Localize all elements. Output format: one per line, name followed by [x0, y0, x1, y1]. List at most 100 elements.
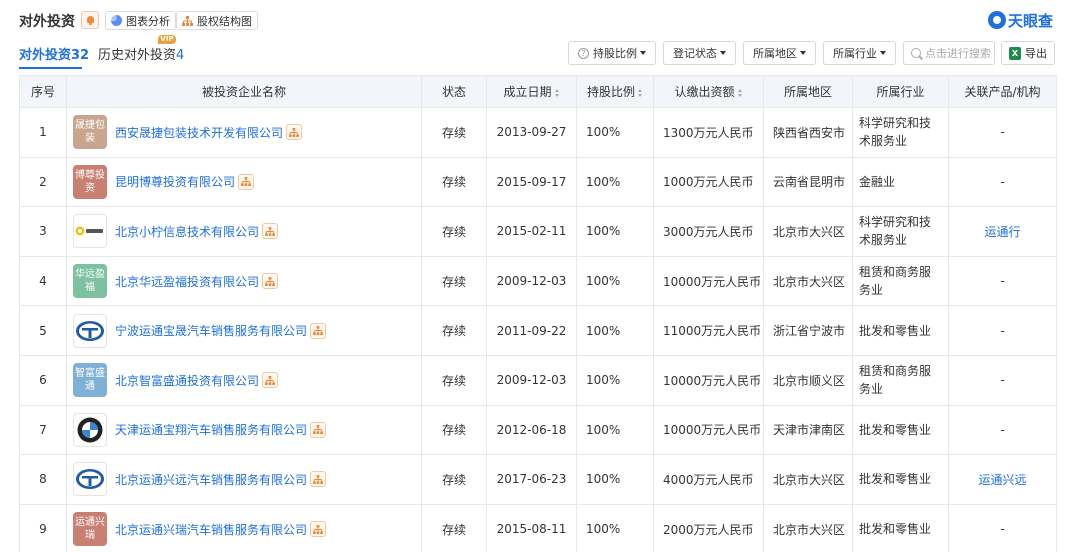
company-name-link[interactable]: 北京华远盈福投资有限公司: [115, 273, 259, 290]
row-capital: 10000万元人民币: [653, 354, 764, 406]
reg-status-filter-label: 登记状态: [673, 47, 717, 60]
header-company-name: 被投资企业名称: [66, 75, 422, 108]
org-chart-icon[interactable]: [286, 124, 303, 141]
row-company-cell: 博尊投资 昆明博尊投资有限公司: [66, 156, 422, 208]
row-company-cell: 北京运通兴远汽车销售服务有限公司: [66, 454, 422, 505]
table-row: 1 晟捷包装 西安晟捷包装技术开发有限公司 存续 2013-09-27 100%…: [19, 107, 1057, 158]
row-region: 陕西省西安市: [763, 107, 853, 158]
row-founded-date: 2015-08-11: [486, 503, 577, 552]
related-product[interactable]: 运通兴远: [978, 473, 1026, 487]
related-product: -: [1000, 522, 1005, 537]
row-region: 天津市津南区: [763, 404, 853, 456]
row-industry: 批发和零售业: [852, 404, 949, 456]
row-industry: 批发和零售业: [852, 305, 949, 356]
org-chart-icon: [182, 15, 193, 26]
brand-logo[interactable]: 天眼查: [988, 9, 1053, 31]
header-founded-date[interactable]: 成立日期: [486, 75, 577, 108]
chart-analysis-button[interactable]: 图表分析: [105, 11, 176, 30]
region-filter-dropdown[interactable]: 所属地区: [743, 41, 816, 65]
org-chart-icon[interactable]: [310, 471, 327, 488]
region-filter-label: 所属地区: [753, 47, 797, 60]
row-index: 3: [19, 206, 67, 257]
equity-structure-label: 股权结构图: [197, 14, 252, 28]
row-status: 存续: [421, 156, 487, 208]
header-industry: 所属行业: [852, 75, 949, 108]
ratio-filter-dropdown[interactable]: ? 持股比例: [568, 41, 656, 65]
header-related: 关联产品/机构: [948, 75, 1057, 108]
related-product: -: [1000, 274, 1005, 289]
tab-history-investments[interactable]: 历史对外投资4: [98, 44, 184, 63]
sort-icon: [737, 88, 743, 97]
search-input[interactable]: [925, 46, 991, 60]
table-row: 9 运通兴瑞 北京运通兴瑞汽车销售服务有限公司 存续 2015-08-11 10…: [19, 503, 1057, 552]
row-region: 北京市大兴区: [763, 206, 853, 257]
row-share-ratio: 100%: [576, 305, 654, 356]
row-capital: 11000万元人民币: [653, 305, 764, 356]
row-region: 北京市顺义区: [763, 354, 853, 406]
tab-investments[interactable]: 对外投资32: [19, 44, 89, 63]
related-product: -: [1000, 125, 1005, 140]
company-logo-text: 智富盛通: [75, 368, 105, 393]
org-chart-icon[interactable]: [310, 421, 327, 438]
row-related: 运通兴远: [948, 454, 1057, 505]
org-chart-icon[interactable]: [262, 273, 279, 290]
related-product[interactable]: 运通行: [984, 225, 1020, 239]
header-share-ratio[interactable]: 持股比例: [576, 75, 654, 108]
row-industry: 租赁和商务服务业: [852, 255, 949, 307]
row-related: -: [948, 107, 1057, 158]
search-box[interactable]: [903, 41, 995, 65]
row-status: 存续: [421, 107, 487, 158]
caret-down-icon: [800, 51, 806, 55]
header-capital[interactable]: 认缴出资额: [653, 75, 764, 108]
company-name-link[interactable]: 昆明博尊投资有限公司: [115, 173, 235, 190]
export-button[interactable]: X 导出: [1001, 41, 1055, 65]
company-name-link[interactable]: 北京小柠信息技术有限公司: [115, 223, 259, 240]
row-industry: 租赁和商务服务业: [852, 354, 949, 406]
company-name-link[interactable]: 天津运通宝翔汽车销售服务有限公司: [115, 421, 307, 438]
row-region: 北京市大兴区: [763, 454, 853, 505]
org-chart-icon[interactable]: [310, 521, 327, 538]
company-name-link[interactable]: 北京运通兴远汽车销售服务有限公司: [115, 471, 307, 488]
row-index: 8: [19, 454, 67, 505]
table-row: 6 智富盛通 北京智富盛通投资有限公司 存续 2009-12-03 100% 1…: [19, 354, 1057, 406]
row-company-cell: 晟捷包装 西安晟捷包装技术开发有限公司: [66, 107, 422, 158]
chart-analysis-label: 图表分析: [126, 14, 170, 28]
investment-table: 序号 被投资企业名称 状态 成立日期 持股比例 认缴出资额 所属地区 所属行业 …: [19, 75, 1057, 552]
row-index: 7: [19, 404, 67, 456]
org-chart-icon[interactable]: [238, 173, 255, 190]
bell-icon[interactable]: [81, 11, 99, 29]
org-chart-icon[interactable]: [262, 223, 279, 240]
row-index: 2: [19, 156, 67, 208]
org-chart-icon[interactable]: [262, 372, 279, 389]
org-chart-icon[interactable]: [310, 322, 327, 339]
equity-structure-button[interactable]: 股权结构图: [176, 11, 258, 30]
excel-icon: X: [1009, 46, 1021, 60]
company-name-link[interactable]: 宁波运通宝晟汽车销售服务有限公司: [115, 322, 307, 339]
row-related: -: [948, 503, 1057, 552]
table-row: 7 天津运通宝翔汽车销售服务有限公司 存续 2012-06-18 100% 10…: [19, 404, 1057, 456]
row-founded-date: 2015-09-17: [486, 156, 577, 208]
header-bar: 对外投资 图表分析 股权结构图 天眼查: [0, 0, 1080, 40]
company-name-link[interactable]: 北京智富盛通投资有限公司: [115, 372, 259, 389]
company-name-link[interactable]: 北京运通兴瑞汽车销售服务有限公司: [115, 521, 307, 538]
brand-name: 天眼查: [1008, 11, 1054, 30]
header-region: 所属地区: [763, 75, 853, 108]
row-index: 9: [19, 503, 67, 552]
company-name-link[interactable]: 西安晟捷包装技术开发有限公司: [115, 124, 283, 141]
company-logo-text-icon: 华远盈福: [73, 264, 107, 299]
row-status: 存续: [421, 206, 487, 257]
company-logo-text-icon: 博尊投资: [73, 164, 107, 199]
page-title: 对外投资: [19, 14, 75, 30]
row-industry: 金融业: [852, 156, 949, 208]
company-logo-text: 华远盈福: [75, 269, 105, 294]
row-related: 运通行: [948, 206, 1057, 257]
reg-status-filter-dropdown[interactable]: 登记状态: [663, 41, 736, 65]
company-logo-text-icon: 运通兴瑞: [73, 512, 107, 547]
header-index: 序号: [19, 75, 67, 108]
caret-down-icon: [720, 51, 726, 55]
row-company-cell: 华远盈福 北京华远盈福投资有限公司: [66, 255, 422, 307]
row-capital: 10000万元人民币: [653, 404, 764, 456]
row-company-cell: 运通兴瑞 北京运通兴瑞汽车销售服务有限公司: [66, 503, 422, 552]
industry-filter-dropdown[interactable]: 所属行业: [823, 41, 896, 65]
question-icon: ?: [578, 47, 589, 59]
